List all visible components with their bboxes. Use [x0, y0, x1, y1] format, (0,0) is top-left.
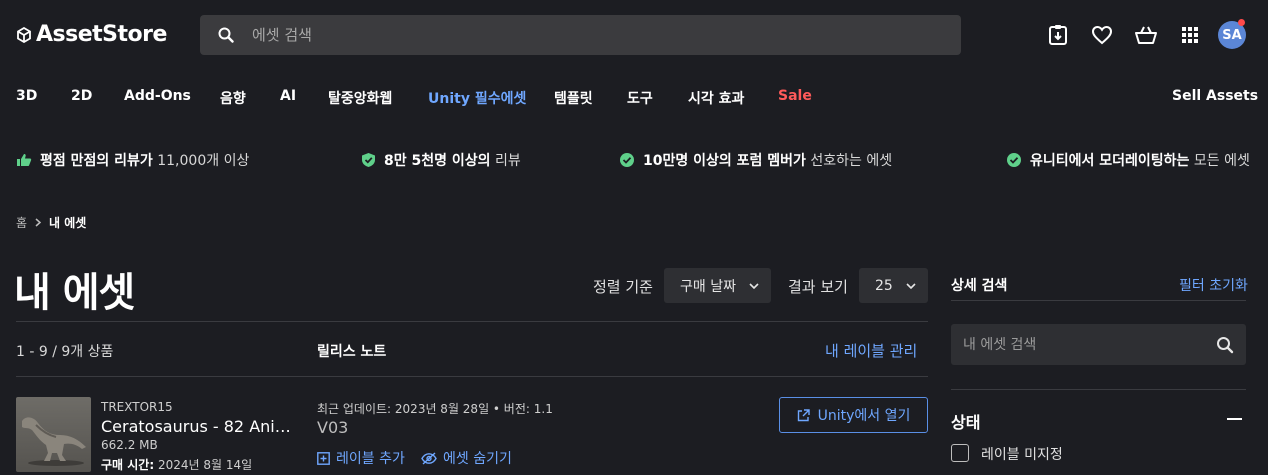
asset-publisher[interactable]: TREXTOR15 [101, 400, 173, 414]
trust-moderated-bold: 유니티에서 모더레이팅하는 [1030, 153, 1190, 169]
asset-last-updated: 최근 업데이트: 2023년 8월 28일 • 버전: 1.1 [317, 402, 553, 416]
trust-forum: 10만명 이상의 포럼 멤버가 선호하는 에셋 [619, 150, 892, 170]
hide-asset-text: 에셋 숨기기 [443, 451, 512, 467]
asset-title[interactable]: Ceratosaurus - 82 Animations [101, 417, 306, 436]
nav-ai[interactable]: AI [280, 88, 296, 104]
chevron-right-icon [35, 218, 42, 227]
external-link-icon [797, 408, 810, 421]
eye-off-icon [421, 451, 437, 465]
divider [951, 389, 1246, 390]
chevron-down-icon [749, 282, 759, 289]
nav-vfx[interactable]: 시각 효과 [688, 88, 744, 108]
search-icon[interactable] [1216, 336, 1234, 354]
unlabeled-label[interactable]: 레이블 미지정 [981, 444, 1063, 464]
unity-cube-icon [17, 26, 31, 43]
my-assets-search-input[interactable] [963, 336, 1203, 353]
nav-2d[interactable]: 2D [71, 88, 92, 104]
sort-value: 구매 날짜 [680, 278, 736, 295]
trust-review-count: 8만 5천명 이상의 리뷰 [361, 150, 521, 170]
collapse-minus-icon[interactable] [1227, 418, 1242, 420]
dinosaur-image [22, 417, 86, 466]
divider [951, 300, 1246, 301]
nav-add-ons[interactable]: Add-Ons [124, 88, 191, 104]
release-notes-header: 릴리스 노트 [317, 344, 387, 360]
trust-reviews: 평점 만점의 리뷰가 11,000개 이상 [16, 150, 249, 170]
unlabeled-checkbox[interactable] [951, 444, 969, 462]
nav-templates[interactable]: 템플릿 [554, 88, 593, 108]
trust-forum-rest: 선호하는 에셋 [805, 153, 893, 169]
add-label-text: 레이블 추가 [336, 451, 405, 467]
asset-size: 662.2 MB [101, 438, 158, 452]
shield-check-icon [362, 153, 375, 167]
global-search[interactable] [200, 15, 961, 55]
check-circle-icon [1007, 153, 1021, 167]
hide-asset-button[interactable]: 에셋 숨기기 [421, 448, 512, 468]
notification-dot [1238, 19, 1245, 26]
results-per-page-dropdown[interactable]: 25 [859, 268, 928, 303]
thumbs-up-icon [17, 154, 32, 166]
assetstore-logo[interactable]: AssetStore [16, 22, 167, 47]
heart-icon[interactable] [1089, 22, 1115, 48]
downloads-icon[interactable] [1045, 22, 1071, 48]
view-value: 25 [875, 277, 893, 294]
check-circle-icon [620, 153, 634, 167]
basket-icon[interactable] [1133, 22, 1159, 48]
sort-label: 정렬 기준 [593, 278, 653, 296]
reset-filters-link[interactable]: 필터 초기화 [1179, 275, 1248, 295]
trust-moderated-rest: 모든 에셋 [1189, 153, 1250, 169]
divider [16, 376, 928, 377]
view-label: 결과 보기 [788, 278, 848, 296]
trust-reviews-rest: 11,000개 이상 [152, 153, 250, 169]
breadcrumb: 홈 내 에셋 [16, 214, 86, 231]
add-label-button[interactable]: 레이블 추가 [317, 448, 405, 468]
divider [16, 321, 928, 322]
nav-decentralized-web[interactable]: 탈중앙화웹 [328, 88, 392, 108]
nav-audio[interactable]: 음향 [220, 88, 246, 108]
purchase-date-value: 2024년 8월 14일 [154, 458, 253, 472]
trust-forum-bold: 10만명 이상의 포럼 멤버가 [643, 153, 806, 169]
page-title: 내 에셋 [14, 270, 135, 316]
breadcrumb-home[interactable]: 홈 [16, 214, 27, 231]
chevron-down-icon [906, 282, 916, 289]
purchase-date-label: 구매 시간: [101, 458, 155, 472]
nav-3d[interactable]: 3D [16, 88, 37, 104]
open-in-unity-button[interactable]: Unity에서 열기 [779, 397, 928, 433]
trust-review-count-rest: 리뷰 [490, 153, 521, 169]
plus-square-icon [317, 451, 330, 465]
open-in-unity-text: Unity에서 열기 [817, 408, 911, 424]
trust-review-count-bold: 8만 5천명 이상의 [384, 153, 491, 169]
nav-tools[interactable]: 도구 [627, 88, 653, 108]
apps-grid-icon[interactable] [1177, 22, 1203, 48]
asset-thumbnail[interactable] [16, 397, 91, 472]
global-search-input[interactable] [252, 26, 932, 44]
nav-unity-essentials[interactable]: Unity 필수에셋 [428, 88, 526, 108]
my-assets-search[interactable] [951, 324, 1246, 365]
asset-release-note-version: V03 [317, 418, 349, 437]
trust-reviews-bold: 평점 만점의 리뷰가 [40, 153, 153, 169]
nav-sell-assets[interactable]: Sell Assets [1172, 88, 1258, 104]
nav-sale[interactable]: Sale [778, 88, 812, 104]
status-section-title: 상태 [951, 413, 981, 432]
sort-dropdown[interactable]: 구매 날짜 [664, 268, 771, 303]
breadcrumb-current: 내 에셋 [49, 216, 87, 230]
logo-text: AssetStore [36, 22, 167, 47]
asset-purchase-date: 구매 시간: 2024년 8월 14일 [101, 456, 252, 473]
trust-moderated: 유니티에서 모더레이팅하는 모든 에셋 [1006, 150, 1250, 170]
results-count: 1 - 9 / 9개 상품 [16, 344, 114, 360]
manage-labels-link[interactable]: 내 레이블 관리 [825, 340, 917, 361]
advanced-search-title: 상세 검색 [951, 278, 1008, 294]
search-icon [200, 27, 252, 43]
